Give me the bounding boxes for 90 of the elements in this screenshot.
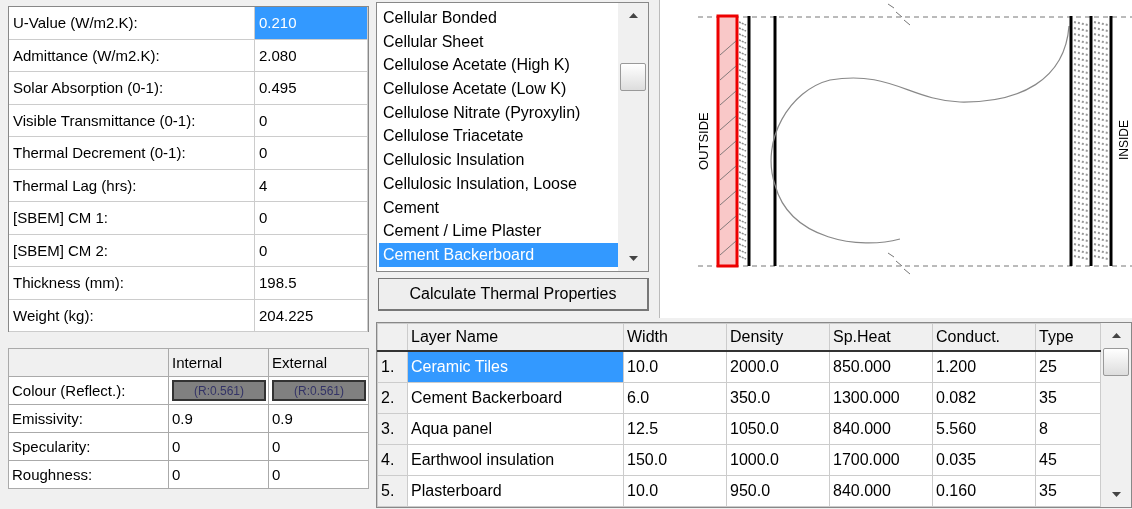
- table-cell: 150.0: [623, 444, 727, 476]
- scroll-up-icon[interactable]: [628, 13, 638, 18]
- table-cell: 6.0: [623, 382, 727, 414]
- table-cell: 1.200: [932, 351, 1036, 383]
- property-label: Weight (kg):: [9, 299, 255, 332]
- property-value[interactable]: 2.080: [254, 39, 368, 72]
- column-header: Type: [1035, 323, 1101, 351]
- table-cell: 0.082: [932, 382, 1036, 414]
- column-header: Sp.Heat: [829, 323, 933, 351]
- table-cell[interactable]: Plasterboard: [407, 475, 624, 507]
- row-number: 4.: [377, 444, 408, 476]
- row-number: 3.: [377, 413, 408, 445]
- property-label: Solar Absorption (0-1):: [9, 71, 255, 104]
- table-cell: 0: [172, 438, 181, 455]
- surface-label: Roughness:: [8, 460, 169, 489]
- property-value[interactable]: 198.5: [254, 266, 368, 299]
- table-cell[interactable]: Cement Backerboard: [407, 382, 624, 414]
- material-item[interactable]: Cellulose Acetate (Low K): [379, 77, 618, 101]
- property-label: U-Value (W/m2.K):: [9, 7, 255, 39]
- property-label: Thickness (mm):: [9, 266, 255, 299]
- surface-label: Specularity:: [8, 432, 169, 461]
- table-cell: 0.160: [932, 475, 1036, 507]
- row-number: 1.: [377, 351, 408, 383]
- surface-label: Emissivity:: [8, 404, 169, 433]
- outside-label: OUTSIDE: [696, 112, 711, 170]
- material-item[interactable]: Cement / Lime Plaster: [379, 219, 618, 243]
- property-value[interactable]: 0.495: [254, 71, 368, 104]
- table-cell: 35: [1035, 475, 1101, 507]
- material-item[interactable]: Cellulose Nitrate (Pyroxylin): [379, 100, 618, 125]
- table-cell: 10.0: [623, 475, 727, 507]
- table-cell: 0: [172, 466, 181, 483]
- property-label: [SBEM] CM 1:: [9, 201, 255, 234]
- scroll-thumb[interactable]: [1103, 348, 1129, 376]
- surface-label: Colour (Reflect.):: [8, 376, 169, 405]
- column-header: Density: [726, 323, 830, 351]
- table-cell: 850.000: [829, 351, 933, 383]
- property-value[interactable]: 4: [254, 169, 368, 202]
- table-cell: 35: [1035, 382, 1101, 414]
- table-cell: 0.9: [172, 410, 193, 427]
- table-cell: 840.000: [829, 475, 933, 507]
- property-label: Visible Transmittance (0-1):: [9, 104, 255, 137]
- material-item[interactable]: Cellulose Acetate (High K): [379, 53, 618, 78]
- calculate-button[interactable]: Calculate Thermal Properties: [378, 278, 649, 311]
- table-cell: 0.9: [272, 410, 293, 427]
- column-header: Width: [623, 323, 727, 351]
- table-cell: 25: [1035, 351, 1101, 383]
- table-cell: 45: [1035, 444, 1101, 476]
- material-item[interactable]: Cellulose Triacetate: [379, 124, 618, 149]
- table-cell: 0: [272, 466, 281, 483]
- table-cell: 2000.0: [726, 351, 830, 383]
- table-cell[interactable]: Earthwool insulation: [407, 444, 624, 476]
- table-cell: 0: [272, 438, 281, 455]
- scroll-down-icon[interactable]: [1111, 492, 1121, 497]
- material-item[interactable]: Cellulosic Insulation, Loose: [379, 171, 618, 196]
- column-header: Layer Name: [407, 323, 624, 351]
- column-header: External: [268, 348, 369, 377]
- property-label: Admittance (W/m2.K):: [9, 39, 255, 72]
- scroll-down-icon[interactable]: [628, 256, 638, 261]
- material-item[interactable]: Cement: [379, 195, 618, 220]
- material-item[interactable]: Cellular Bonded: [379, 6, 618, 30]
- row-number: 2.: [377, 382, 408, 414]
- table-cell: 950.0: [726, 475, 830, 507]
- table-cell: 10.0: [623, 351, 727, 383]
- property-label: Thermal Lag (hrs):: [9, 169, 255, 202]
- table-cell: 5.560: [932, 413, 1036, 445]
- table-cell: 1000.0: [726, 444, 830, 476]
- column-header: Conduct.: [932, 323, 1036, 351]
- table-cell: 8: [1035, 413, 1101, 445]
- table-cell: 1050.0: [726, 413, 830, 445]
- column-header: Internal: [168, 348, 269, 377]
- property-label: [SBEM] CM 2:: [9, 234, 255, 267]
- row-number: 5.: [377, 475, 408, 507]
- property-value[interactable]: 0: [254, 201, 368, 234]
- table-cell: 0.035: [932, 444, 1036, 476]
- material-item[interactable]: Cellular Sheet: [379, 29, 618, 54]
- property-value[interactable]: 204.225: [254, 299, 368, 332]
- scroll-thumb[interactable]: [620, 63, 646, 91]
- inside-label: INSIDE: [1117, 120, 1131, 160]
- table-cell: 1300.000: [829, 382, 933, 414]
- property-label: Thermal Decrement (0-1):: [9, 136, 255, 169]
- table-cell: 12.5: [623, 413, 727, 445]
- table-cell: 840.000: [829, 413, 933, 445]
- table-cell: 1700.000: [829, 444, 933, 476]
- scroll-up-icon[interactable]: [1111, 333, 1121, 338]
- property-value[interactable]: 0: [254, 136, 368, 169]
- material-item[interactable]: Cellulosic Insulation: [379, 148, 618, 172]
- property-value[interactable]: 0: [254, 234, 368, 267]
- property-value[interactable]: 0: [254, 104, 368, 137]
- table-cell: 350.0: [726, 382, 830, 414]
- table-cell[interactable]: Aqua panel: [407, 413, 624, 445]
